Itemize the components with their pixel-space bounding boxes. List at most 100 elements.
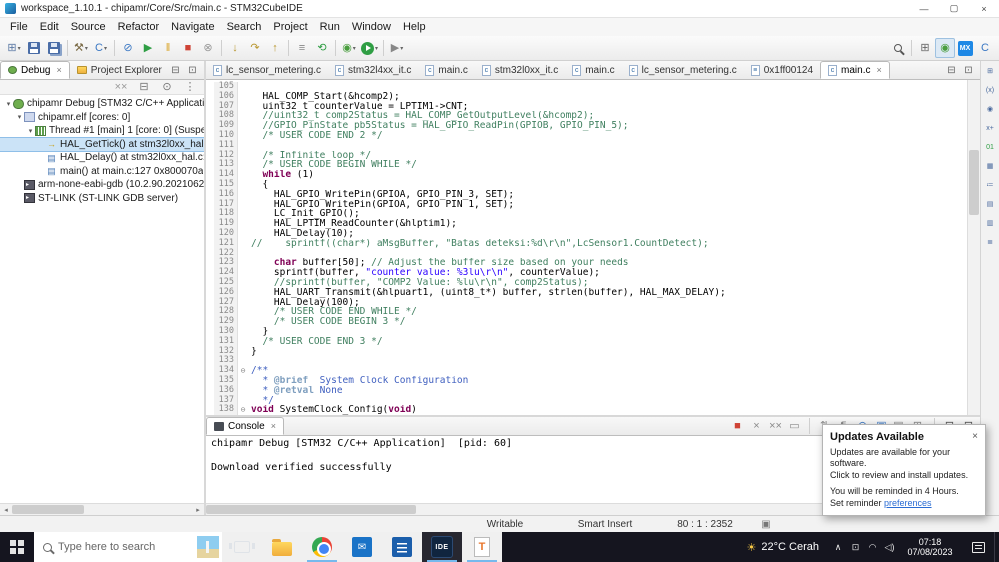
close-button[interactable]: × (969, 0, 999, 17)
fold-toggle-icon[interactable]: ⊖ (238, 405, 248, 415)
disconnect-button[interactable]: ⊗ (198, 38, 218, 58)
restore-views-view-button[interactable]: ⊞ (982, 64, 998, 78)
annotation-ruler[interactable] (206, 258, 214, 269)
show-desktop-button[interactable] (994, 532, 999, 562)
code-line[interactable]: 114 while (1) (206, 169, 967, 180)
annotation-ruler[interactable] (206, 121, 214, 131)
annotation-ruler[interactable] (206, 228, 214, 239)
annotation-ruler[interactable] (206, 356, 214, 367)
taskbar-clock[interactable]: 07:18 07/08/2023 (898, 532, 962, 562)
code-line[interactable]: 131 /* USER CODE END 3 */ (206, 336, 967, 347)
editor-tab[interactable]: c main.c (418, 61, 474, 79)
maximize-button[interactable]: ▢ (939, 0, 969, 17)
editor-tab[interactable]: c stm32l4xx_it.c (328, 61, 418, 79)
editor-tab[interactable]: c stm32l0xx_it.c (475, 61, 565, 79)
volume-icon[interactable]: ◁) (881, 542, 898, 552)
code-line[interactable]: 117 HAL_GPIO_WritePin(GPIOA, GPIO_PIN_1,… (206, 199, 967, 210)
collapse-all-button[interactable]: ⊟ (134, 77, 154, 97)
code-line[interactable]: 121// sprintf((char*) aMsgBuffer, "Batas… (206, 238, 967, 249)
annotation-ruler[interactable] (206, 307, 214, 318)
restart-button[interactable]: ⟲ (312, 38, 332, 58)
menu-help[interactable]: Help (397, 18, 432, 36)
annotation-ruler[interactable] (206, 375, 214, 386)
code-line[interactable]: 123 char buffer[50]; // Adjust the buffe… (206, 258, 967, 269)
view-tab-debug[interactable]: Debug × (0, 61, 70, 79)
annotation-ruler[interactable] (206, 170, 214, 180)
code-line[interactable]: 138 ⊖ void SystemClock_Config(void) (206, 404, 967, 415)
debug-tree-item[interactable]: HAL_Delay() at stm32l0xx_hal.c:382 (0, 151, 204, 165)
open-perspective-button[interactable]: ⊞ (915, 38, 935, 58)
terminate-button[interactable]: ■ (730, 420, 745, 432)
annotation-ruler[interactable] (206, 179, 214, 190)
scroll-right-icon[interactable] (192, 506, 204, 514)
menu-search[interactable]: Search (221, 18, 268, 36)
debug-tree-item[interactable]: ST-LINK (ST-LINK GDB server) (0, 192, 204, 206)
editor-tab[interactable]: c main.c × (820, 61, 890, 79)
annotation-ruler[interactable] (206, 385, 214, 396)
annotation-ruler[interactable] (206, 189, 214, 200)
debug-tree-item[interactable]: ▾ chipamr.elf [cores: 0] (0, 111, 204, 125)
annotation-ruler[interactable] (206, 209, 214, 220)
save-all-button[interactable] (44, 38, 64, 58)
menu-source[interactable]: Source (65, 18, 112, 36)
display-icon[interactable]: ⊡ (847, 542, 864, 552)
file-explorer-button[interactable] (262, 532, 302, 562)
mail-button[interactable]: ✉ (342, 532, 382, 562)
menu-navigate[interactable]: Navigate (165, 18, 220, 36)
code-line[interactable]: 113 /* USER CODE BEGIN WHILE */ (206, 160, 967, 171)
sfrs-view-button[interactable]: ▦ (982, 159, 998, 173)
save-button[interactable] (24, 38, 44, 58)
expander-icon[interactable]: ▾ (4, 100, 13, 108)
code-line[interactable]: 106 HAL_COMP_Start(&hcomp2); (206, 91, 967, 102)
debug-tree-item[interactable]: main() at main.c:127 0x800070a (0, 165, 204, 179)
code-lines[interactable]: 105 106 HAL_COMP_Start(&hcomp2); 107 uint3… (206, 80, 967, 415)
code-line[interactable]: 134 ⊖/** (206, 365, 967, 376)
code-line[interactable]: 133 (206, 356, 967, 367)
pin-view-button[interactable]: ⊙ (157, 77, 177, 97)
code-line[interactable]: 129 /* USER CODE BEGIN 3 */ (206, 316, 967, 327)
taskbar-weather[interactable]: ☀ 22°C Cerah (737, 532, 829, 562)
code-line[interactable]: 128 /* USER CODE END WHILE */ (206, 307, 967, 318)
minimize-view-icon[interactable]: ⊟ (168, 65, 183, 76)
text-editor-button[interactable]: T (462, 532, 502, 562)
menu-window[interactable]: Window (346, 18, 397, 36)
annotation-ruler[interactable] (206, 277, 214, 288)
debug-tree-item[interactable]: arm-none-eabi-gdb (10.2.90.20210621) (0, 178, 204, 192)
external-tools-button[interactable]: ▶ ▾ (387, 38, 407, 58)
remove-launch-button[interactable]: × (749, 420, 764, 432)
code-line[interactable]: 124 sprintf(buffer, "counter value: %3lu… (206, 267, 967, 278)
preferences-link[interactable]: preferences (884, 498, 932, 508)
code-line[interactable]: 132} (206, 346, 967, 357)
menu-file[interactable]: File (4, 18, 34, 36)
code-line[interactable]: 136 * @retval None (206, 385, 967, 396)
menu-refactor[interactable]: Refactor (112, 18, 166, 36)
run-button[interactable]: ▾ (359, 38, 380, 58)
annotation-ruler[interactable] (206, 101, 214, 112)
scroll-left-icon[interactable] (0, 506, 12, 514)
annotation-ruler[interactable] (206, 199, 214, 210)
cubemx-perspective-button[interactable]: MX (955, 38, 975, 58)
view-menu-button[interactable]: ⋮ (180, 77, 200, 97)
taskbar-search[interactable]: Type here to search (34, 532, 222, 562)
breakpoints-view-button[interactable]: ◉ (982, 102, 998, 116)
annotation-ruler[interactable] (206, 140, 214, 151)
terminate-button[interactable]: ■ (178, 38, 198, 58)
debug-button[interactable]: ◉ ▾ (339, 38, 359, 58)
code-line[interactable]: 108 //uint32_t comp2Status = HAL_COMP_Ge… (206, 111, 967, 122)
maximize-editor-icon[interactable]: ⊡ (961, 65, 976, 76)
step-into-button[interactable]: ↓ (225, 38, 245, 58)
scrollbar-thumb[interactable] (969, 150, 979, 215)
notification-close-icon[interactable]: × (972, 431, 978, 442)
debug-panel-horizontal-scrollbar[interactable] (0, 503, 204, 515)
word-button[interactable] (382, 532, 422, 562)
expander-icon[interactable]: ▾ (15, 113, 24, 121)
tray-expand-icon[interactable]: ∧ (829, 532, 847, 562)
code-line[interactable]: 130 } (206, 326, 967, 337)
editor-tab[interactable]: c main.c (565, 61, 621, 79)
instruction-stepping-button[interactable]: ≡ (292, 38, 312, 58)
search-button[interactable] (888, 38, 908, 58)
scrollbar-thumb[interactable] (206, 505, 416, 514)
fold-toggle-icon[interactable]: ⊖ (238, 366, 248, 376)
code-line[interactable]: 116 HAL_GPIO_WritePin(GPIOA, GPIO_PIN_3,… (206, 189, 967, 200)
code-line[interactable]: 120 HAL_Delay(10); (206, 228, 967, 239)
